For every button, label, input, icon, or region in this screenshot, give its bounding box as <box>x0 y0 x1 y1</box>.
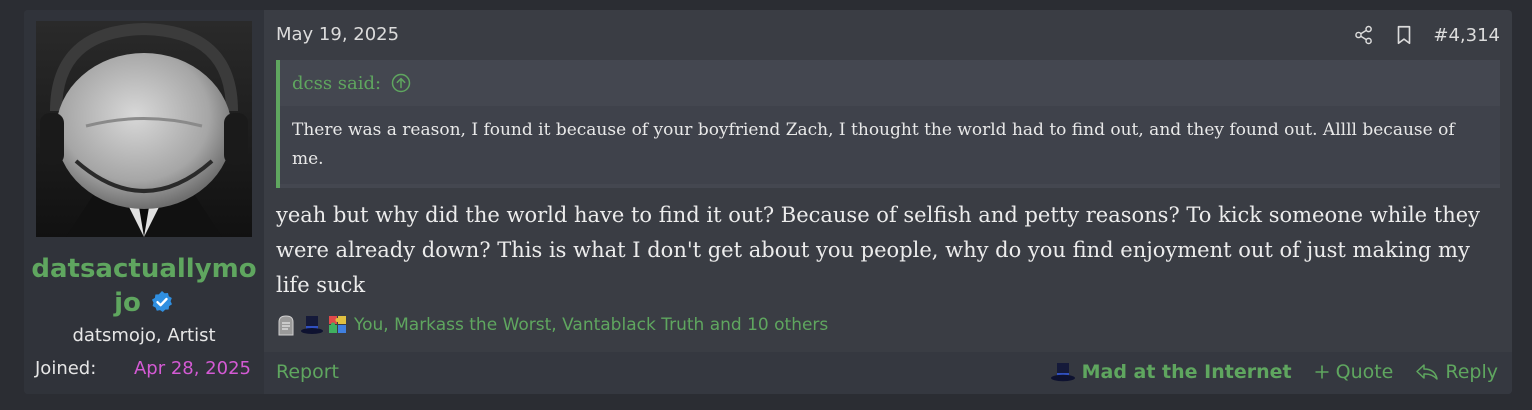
puzzle-icon <box>329 316 346 333</box>
post-footer: Report Mad at the Internet Quote Reply <box>264 352 1512 394</box>
share-icon[interactable] <box>1353 24 1375 46</box>
gravestone-icon <box>278 315 294 336</box>
quote-block: dcss said: There was a reason, I found i… <box>276 60 1500 188</box>
reply-icon <box>1416 364 1439 380</box>
reactions-bar[interactable]: You, Markass the Worst, Vantablack Truth… <box>274 313 828 337</box>
post-message: yeah but why did the world have to find … <box>276 203 1481 297</box>
joined-date: Apr 28, 2025 <box>133 358 251 379</box>
user-title: datsmojo, Artist <box>72 325 216 346</box>
username[interactable]: datsactuallymo jo <box>24 252 264 320</box>
avatar[interactable] <box>36 21 252 237</box>
username-line-1: datsactuallymo <box>31 254 257 284</box>
quote-label: Quote <box>1335 361 1394 383</box>
top-hat-icon <box>301 316 323 334</box>
reaction-label: Mad at the Internet <box>1081 361 1292 383</box>
quote-button[interactable]: Quote <box>1314 361 1394 383</box>
post-tools: #4,314 <box>1353 22 1500 48</box>
username-line-2: jo <box>114 288 141 318</box>
quote-header[interactable]: dcss said: <box>280 60 1500 106</box>
plus-icon <box>1315 365 1329 379</box>
bookmark-icon[interactable] <box>1393 24 1415 46</box>
post-actions: Mad at the Internet Quote Reply <box>1050 360 1498 384</box>
verified-badge-icon <box>151 291 172 312</box>
quote-author[interactable]: dcss said: <box>292 73 381 94</box>
report-link[interactable]: Report <box>276 361 339 383</box>
forum-post: datsactuallymo jo datsmojo, Artist Joine… <box>24 10 1512 394</box>
top-hat-icon <box>1050 363 1075 382</box>
joined-label: Joined: <box>35 358 97 379</box>
avatar-image <box>36 21 252 237</box>
reaction-button[interactable]: Mad at the Internet <box>1050 360 1292 384</box>
post-date[interactable]: May 19, 2025 <box>276 24 399 45</box>
reply-button[interactable]: Reply <box>1415 361 1498 383</box>
reply-label: Reply <box>1445 361 1498 383</box>
quote-text: There was a reason, I found it because o… <box>280 106 1500 184</box>
reactions-summary[interactable]: You, Markass the Worst, Vantablack Truth… <box>354 315 828 335</box>
post-number[interactable]: #4,314 <box>1433 25 1500 46</box>
arrow-up-circle-icon[interactable] <box>391 73 411 93</box>
user-info-column: datsactuallymo jo datsmojo, Artist Joine… <box>24 10 264 394</box>
